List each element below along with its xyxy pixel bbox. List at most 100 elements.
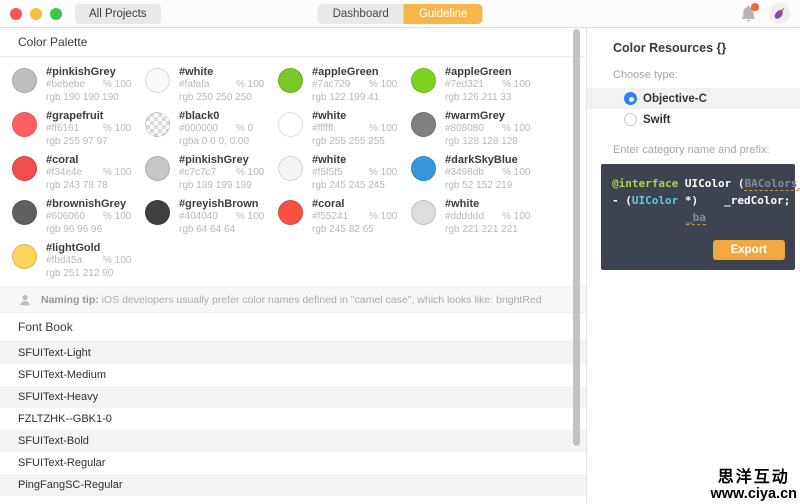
font-book-header: Font Book	[0, 313, 586, 342]
color-swatch[interactable]: #white #fafafa% 100 rgb 250 250 250	[145, 66, 278, 110]
code-line-1: @interface UIColor (BAColors_)	[612, 175, 800, 192]
app-window: All Projects Dashboard Guideline Color P…	[0, 0, 800, 504]
color-swatch[interactable]: #appleGreen #7ed321% 100 rgb 126 211 33	[411, 66, 544, 110]
color-swatch[interactable]: #white #ffffff% 100 rgb 255 255 255	[278, 110, 411, 154]
category-name-field[interactable]: BAColors_	[744, 177, 800, 191]
user-avatar[interactable]	[769, 3, 790, 24]
naming-tip-text: Naming tip: iOS developers usually prefe…	[41, 293, 542, 306]
color-swatch[interactable]: #greyishBrown #404040% 100 rgb 64 64 64	[145, 198, 278, 242]
swatch-hex: #7ed321% 100	[445, 79, 531, 90]
swatch-rgb: rgb 52 152 219	[445, 179, 513, 191]
swatch-hex: #f55241% 100	[312, 211, 398, 222]
swatch-hex: #f5f5f5% 100	[312, 167, 398, 178]
swatch-hex: #3498db% 100	[445, 167, 531, 178]
swatch-rgb: rgb 96 96 96	[46, 223, 103, 235]
radio-option-objective-c[interactable]: Objective-C	[587, 88, 800, 109]
font-row[interactable]: SFUIText-Medium	[0, 364, 586, 386]
swatch-name: #pinkishGrey	[179, 154, 249, 166]
swatch-hex: #fbd45a% 100	[46, 255, 132, 266]
color-swatch[interactable]: #grapefruit #ff6161% 100 rgb 255 97 97	[12, 110, 145, 154]
type-uicolor: UIColor	[631, 194, 679, 207]
minimize-button[interactable]	[30, 7, 42, 20]
swatch-circle	[12, 156, 37, 181]
radio-label: Objective-C	[643, 92, 707, 105]
prefix-field[interactable]: _ba	[686, 211, 706, 225]
swatch-rgb: rgb 245 82 65	[312, 223, 374, 235]
color-swatch[interactable]: #pinkishGrey #bebebe% 100 rgb 190 190 190	[12, 66, 145, 110]
choose-type-label: Choose type:	[613, 69, 678, 81]
swatch-hex: #fafafa% 100	[179, 79, 265, 90]
radio-button[interactable]	[624, 113, 637, 126]
swatch-name: #grapefruit	[46, 110, 104, 122]
swatch-circle	[12, 68, 37, 93]
swatch-hex: #7ac729% 100	[312, 79, 398, 90]
swatch-name: #appleGreen	[312, 66, 379, 78]
font-row[interactable]: FZLTZHK--GBK1-0	[0, 408, 586, 430]
swatch-hex: #000000% 0	[179, 123, 254, 134]
color-swatch[interactable]: #warmGrey #808080% 100 rgb 128 128 128	[411, 110, 544, 154]
font-list: SFUIText-Light SFUIText-Medium SFUIText-He…	[0, 342, 586, 496]
swatch-circle	[145, 200, 170, 225]
color-swatch[interactable]: #appleGreen #7ac729% 100 rgb 122 199 41	[278, 66, 411, 110]
code-preview: @interface UIColor (BAColors_) - (UIColo…	[601, 164, 800, 270]
panel-title: Color Resources {}	[613, 41, 727, 55]
keyword-interface: @interface	[612, 177, 679, 190]
font-row[interactable]: PingFangSC-Regular	[0, 474, 586, 496]
swatch-name: #white	[312, 110, 347, 122]
font-row[interactable]: SFUIText-Light	[0, 342, 586, 364]
swatch-hex: #404040% 100	[179, 211, 265, 222]
swatch-circle	[411, 68, 436, 93]
font-row[interactable]: SFUIText-Bold	[0, 430, 586, 452]
code-line-2: - (UIColor *) _redColor;	[612, 194, 791, 207]
titlebar-icons	[739, 3, 790, 24]
naming-tip: Naming tip: iOS developers usually prefe…	[0, 286, 586, 313]
font-row[interactable]: SFUIText-Regular	[0, 452, 586, 474]
color-palette-header: Color Palette	[0, 28, 586, 57]
code-line-3: _ba	[612, 209, 785, 226]
watermark: 思洋互动 www.ciya.cn	[711, 469, 798, 503]
color-swatch[interactable]: #black0 #000000% 0 rgba 0 0 0, 0.00	[145, 110, 278, 154]
watermark-line1: 思洋互动	[717, 469, 790, 487]
swatch-rgb: rgb 122 199 41	[312, 91, 380, 103]
swatch-hex: #dddddd% 100	[445, 211, 531, 222]
notification-bell-icon[interactable]	[739, 3, 759, 23]
swatch-circle	[12, 112, 37, 137]
swatch-name: #white	[312, 154, 347, 166]
swatch-circle	[278, 200, 303, 225]
color-swatch[interactable]: #brownishGrey #606060% 100 rgb 96 96 96	[12, 198, 145, 242]
vertical-scrollbar[interactable]	[573, 29, 580, 446]
zoom-button[interactable]	[50, 7, 62, 20]
tab-guideline[interactable]: Guideline	[403, 4, 483, 24]
swatch-rgb: rgb 243 78 78	[46, 179, 108, 191]
swatch-name: #greyishBrown	[179, 198, 259, 210]
color-swatch[interactable]: #pinkishGrey #c7c7c7% 100 rgb 199 199 199	[145, 154, 278, 198]
swatch-rgb: rgb 64 64 64	[179, 223, 236, 235]
category-prefix-label: Enter category name and prefix:	[613, 144, 770, 156]
swatch-name: #black0	[179, 110, 220, 122]
method-name: _redColor;	[724, 194, 791, 207]
color-swatch-grid: #pinkishGrey #bebebe% 100 rgb 190 190 190 #…	[0, 57, 586, 286]
export-button[interactable]: Export	[712, 240, 785, 260]
color-swatch[interactable]: #lightGold #fbd45a% 100 rgb 251 212 90	[12, 242, 145, 286]
radio-label: Swift	[643, 113, 671, 126]
swatch-rgb: rgb 199 199 199	[179, 179, 252, 191]
swatch-circle	[145, 112, 170, 137]
color-swatch[interactable]: #darkSkyBlue #3498db% 100 rgb 52 152 219	[411, 154, 544, 198]
traffic-lights	[10, 7, 62, 20]
swatch-name: #white	[445, 198, 480, 210]
swatch-rgb: rgba 0 0 0, 0.00	[179, 135, 250, 147]
color-swatch[interactable]: #coral #f34e4e% 100 rgb 243 78 78	[12, 154, 145, 198]
all-projects-button[interactable]: All Projects	[75, 3, 161, 24]
swatch-rgb: rgb 255 255 255	[312, 135, 385, 147]
color-swatch[interactable]: #white #f5f5f5% 100 rgb 245 245 245	[278, 154, 411, 198]
color-swatch[interactable]: #white #dddddd% 100 rgb 221 221 221	[411, 198, 544, 242]
font-row[interactable]: SFUIText-Heavy	[0, 386, 586, 408]
color-swatch[interactable]: #coral #f55241% 100 rgb 245 82 65	[278, 198, 411, 242]
person-icon	[20, 294, 30, 305]
tab-dashboard[interactable]: Dashboard	[317, 4, 404, 24]
close-button[interactable]	[10, 7, 22, 20]
swatch-circle	[12, 244, 37, 269]
swatch-circle	[411, 112, 436, 137]
radio-option-swift[interactable]: Swift	[587, 109, 800, 130]
radio-button[interactable]	[624, 92, 637, 105]
